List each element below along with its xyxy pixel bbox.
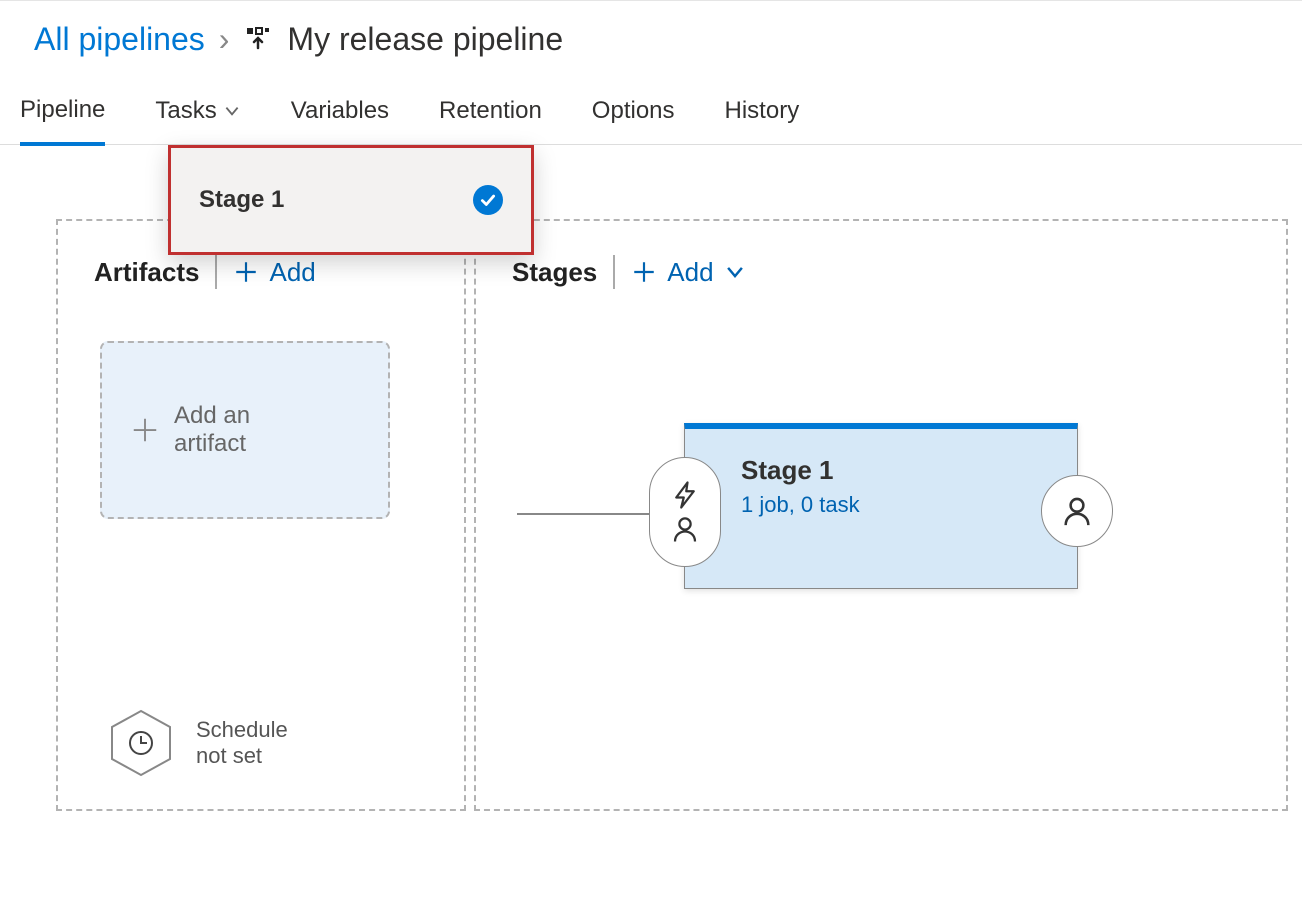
plus-icon	[631, 259, 657, 285]
tab-retention[interactable]: Retention	[439, 86, 542, 144]
chevron-down-icon	[724, 261, 746, 283]
check-circle-icon	[473, 185, 503, 215]
tasks-dropdown-label: Stage 1	[199, 186, 284, 214]
divider	[613, 255, 615, 289]
add-artifact-label: Add	[269, 257, 315, 288]
stage-pre-conditions[interactable]	[649, 457, 721, 567]
stages-column: Stages Add Stage 1 1 job, 0 task	[474, 219, 1288, 811]
lightning-icon	[670, 480, 700, 510]
breadcrumb: All pipelines › My release pipeline	[0, 0, 1302, 76]
tab-bar: Pipeline Tasks Variables Retention Optio…	[0, 76, 1302, 145]
plus-icon	[233, 259, 259, 285]
stage-post-conditions[interactable]	[1041, 475, 1113, 547]
add-stage-label: Add	[667, 257, 713, 288]
add-stage-button[interactable]: Add	[631, 257, 745, 288]
add-artifact-placeholder-label: Add an artifact	[174, 402, 324, 458]
stage-name: Stage 1	[741, 455, 1047, 486]
artifacts-column: Artifacts Add Add an artifact	[56, 219, 466, 811]
tab-pipeline[interactable]: Pipeline	[20, 86, 105, 146]
pipeline-canvas: Stage 1 Artifacts Add Add an artifact	[34, 145, 1268, 845]
tasks-dropdown-item-stage-1[interactable]: Stage 1	[168, 145, 534, 255]
tab-options[interactable]: Options	[592, 86, 675, 144]
stages-title: Stages	[512, 257, 597, 288]
breadcrumb-separator-icon: ›	[219, 21, 230, 58]
chevron-down-icon	[223, 102, 241, 120]
tab-history[interactable]: History	[725, 86, 800, 144]
plus-icon	[130, 415, 160, 445]
add-artifact-button[interactable]: Add	[233, 257, 315, 288]
clock-hexagon-icon	[110, 709, 172, 777]
person-icon	[670, 514, 700, 544]
tab-tasks[interactable]: Tasks	[155, 86, 240, 144]
divider	[215, 255, 217, 289]
stage-card[interactable]: Stage 1 1 job, 0 task	[684, 423, 1078, 589]
schedule-label: Schedule not set	[196, 717, 316, 769]
schedule-trigger[interactable]: Schedule not set	[110, 709, 316, 777]
tab-variables[interactable]: Variables	[291, 86, 389, 144]
page-title: My release pipeline	[287, 21, 563, 58]
tab-tasks-label: Tasks	[155, 97, 216, 125]
breadcrumb-all-pipelines[interactable]: All pipelines	[34, 21, 205, 58]
person-icon	[1060, 494, 1094, 528]
artifacts-title: Artifacts	[94, 257, 199, 288]
release-pipeline-icon	[243, 25, 273, 55]
stage-tasks-link[interactable]: 1 job, 0 task	[741, 492, 1047, 518]
add-artifact-placeholder[interactable]: Add an artifact	[100, 341, 390, 519]
